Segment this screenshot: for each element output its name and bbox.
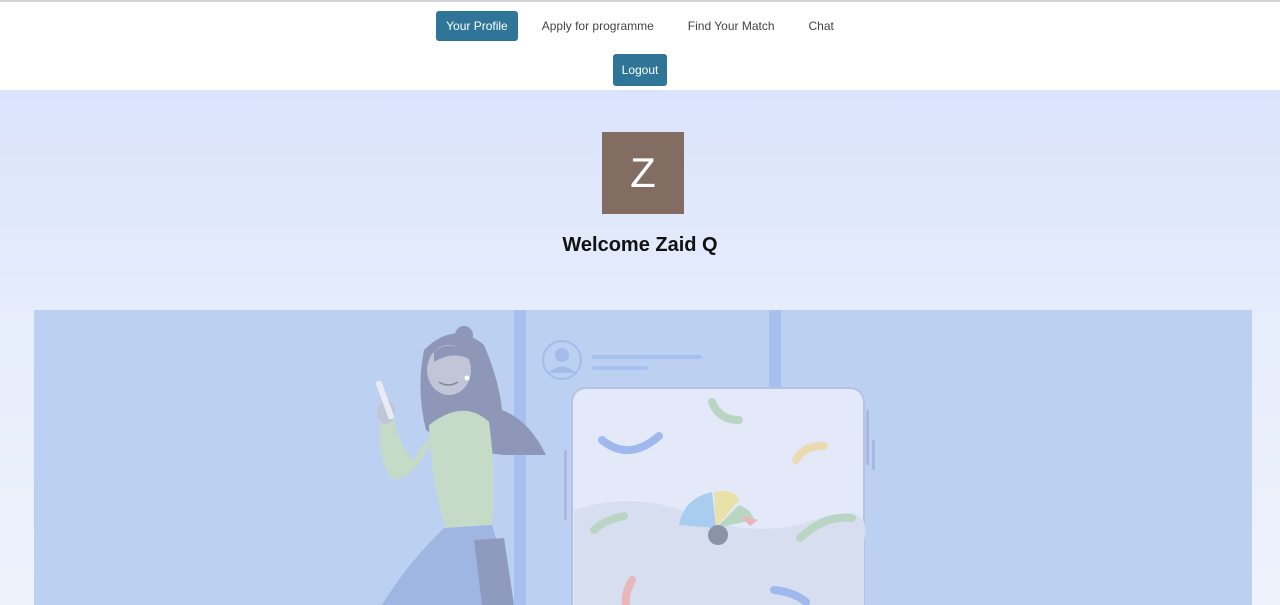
hero-illustration <box>34 310 1252 605</box>
nav-links: Your Profile Apply for programme Find Yo… <box>0 10 1280 42</box>
nav-your-profile[interactable]: Your Profile <box>436 11 518 41</box>
pie-center <box>708 525 728 545</box>
person-sweater <box>429 410 494 528</box>
top-navbar: Your Profile Apply for programme Find Yo… <box>0 2 1280 90</box>
nav-find-your-match[interactable]: Find Your Match <box>678 11 785 41</box>
logout-button[interactable]: Logout <box>612 54 668 86</box>
avatar: Z <box>602 132 684 214</box>
logout-row: Logout <box>0 54 1280 86</box>
nav-chat[interactable]: Chat <box>799 11 844 41</box>
nav-apply-for-programme[interactable]: Apply for programme <box>532 11 664 41</box>
pillar-left <box>514 310 526 605</box>
pillar-right <box>769 310 781 390</box>
illustration-artwork <box>375 310 875 605</box>
welcome-heading: Welcome Zaid Q <box>562 234 718 256</box>
profile-hero: Z Welcome Zaid Q <box>0 90 1280 605</box>
